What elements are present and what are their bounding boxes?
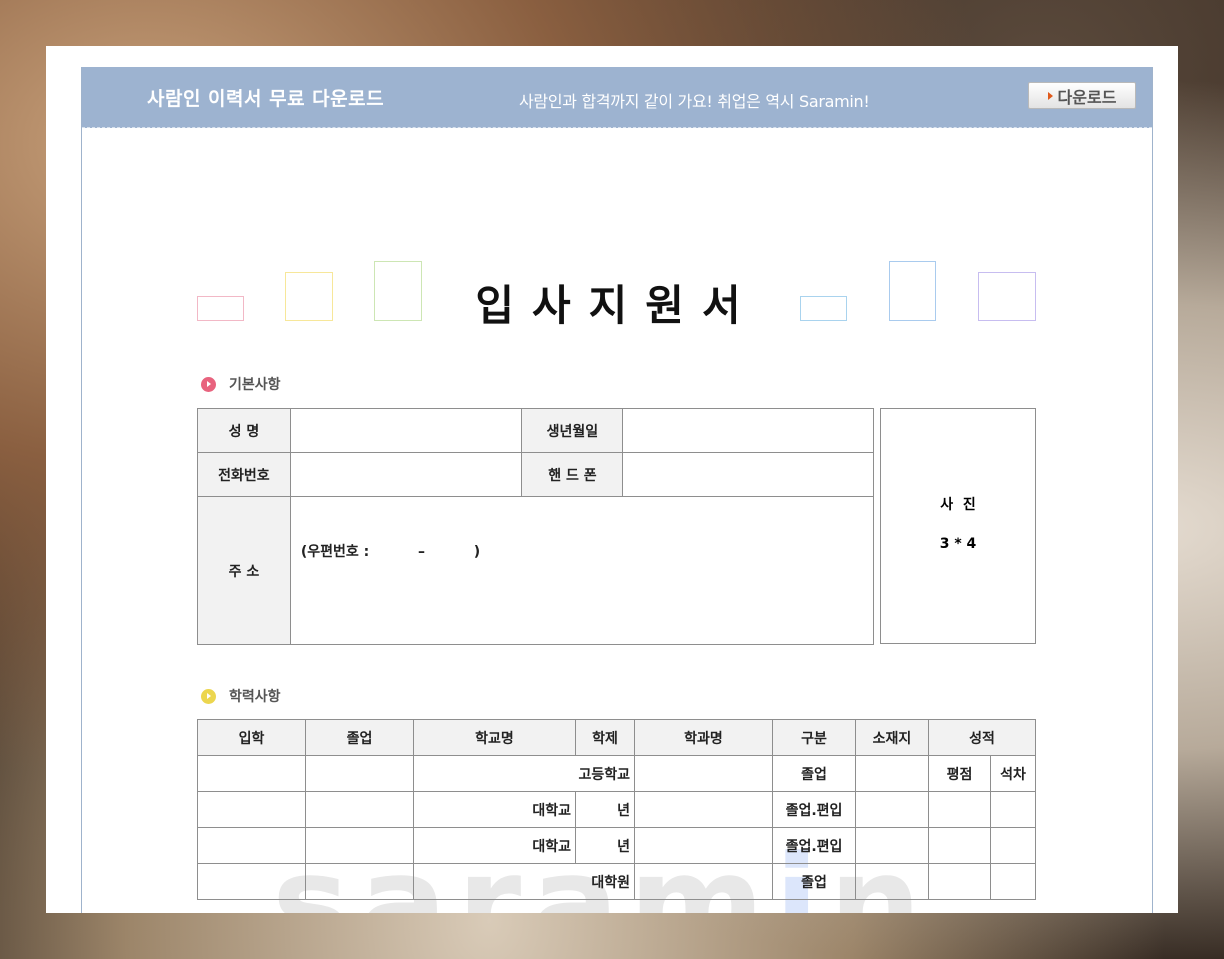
address-field[interactable]: (우편번호 : – ) [289, 496, 875, 645]
download-button-label: 다운로드 [1057, 87, 1117, 107]
play-arrow-icon [1047, 91, 1053, 100]
rank-cell[interactable] [990, 863, 1036, 900]
major-cell[interactable] [634, 791, 773, 828]
section-bullet-icon [201, 376, 216, 392]
location-cell[interactable] [855, 863, 929, 900]
rank-cell[interactable] [990, 791, 1036, 828]
name-field[interactable] [289, 408, 523, 453]
rank-cell[interactable] [990, 827, 1036, 864]
gpa-header: 평점 [928, 755, 991, 792]
decor-box [889, 261, 936, 321]
photo-box[interactable]: 사 진 3 * 4 [880, 408, 1036, 644]
major-cell[interactable] [634, 827, 773, 864]
school-cell[interactable]: 대학교 [413, 791, 576, 828]
school-cell[interactable]: 고등학교 [413, 755, 635, 792]
section-label: 기본사항 [229, 377, 281, 393]
location-cell[interactable] [855, 827, 929, 864]
col-header: 학교명 [413, 719, 576, 756]
major-cell[interactable] [634, 863, 773, 900]
document-title: 입사지원서 [475, 281, 759, 330]
school-cell[interactable]: 대학교 [413, 827, 576, 864]
banner-title: 사람인 이력서 무료 다운로드 [147, 88, 385, 110]
table-row: 고등학교 졸업 평점 석차 [197, 755, 1036, 792]
type-cell: 졸업.편입 [772, 791, 856, 828]
photo-label: 사 진 [940, 497, 976, 513]
major-cell[interactable] [634, 755, 773, 792]
decor-box [285, 272, 333, 321]
table-row: 대학교 년 졸업.편입 [197, 791, 1036, 828]
graduation-cell[interactable] [305, 755, 414, 792]
basic-info-table: 성 명 생년월일 전화번호 핸 드 폰 주 소 (우편번호 : – ) [197, 408, 875, 645]
col-header: 학제 [575, 719, 635, 756]
graduation-cell[interactable] [305, 827, 414, 864]
type-cell: 졸업 [772, 863, 856, 900]
col-header: 소재지 [855, 719, 929, 756]
postal-code-text: (우편번호 : – ) [300, 544, 481, 560]
decor-box [197, 296, 244, 321]
graduation-cell[interactable] [305, 863, 414, 900]
mobile-field[interactable] [622, 452, 874, 497]
decor-box [800, 296, 847, 321]
gpa-cell[interactable] [928, 791, 991, 828]
resume-card: 사람인 이력서 무료 다운로드 사람인과 합격까지 같이 가요! 취업은 역시 … [46, 46, 1178, 913]
mobile-label: 핸 드 폰 [521, 452, 624, 497]
banner-slogan: 사람인과 합격까지 같이 가요! 취업은 역시 Saramin! [519, 92, 870, 111]
col-header: 성적 [928, 719, 1036, 756]
admission-cell[interactable] [197, 827, 306, 864]
phone-field[interactable] [289, 452, 523, 497]
decor-box [374, 261, 422, 321]
col-header: 졸업 [305, 719, 414, 756]
type-cell: 졸업 [772, 755, 856, 792]
admission-cell[interactable] [197, 791, 306, 828]
type-cell: 졸업.편입 [772, 827, 856, 864]
gpa-cell[interactable] [928, 863, 991, 900]
admission-cell[interactable] [197, 863, 306, 900]
col-header: 학과명 [634, 719, 773, 756]
school-cell[interactable]: 대학원 [413, 863, 635, 900]
section-bullet-icon [201, 688, 216, 704]
col-header: 구분 [772, 719, 856, 756]
graduation-cell[interactable] [305, 791, 414, 828]
decor-box [978, 272, 1036, 321]
table-row: 대학교 년 졸업.편입 [197, 827, 1036, 864]
education-table: 입학 졸업 학교명 학제 학과명 구분 소재지 성적 고등학교 졸업 평점 석차 [197, 719, 1036, 900]
education-heading: 학력사항 [201, 686, 281, 706]
download-button[interactable]: 다운로드 [1028, 82, 1136, 109]
admission-cell[interactable] [197, 755, 306, 792]
system-cell[interactable]: 년 [575, 791, 635, 828]
location-cell[interactable] [855, 791, 929, 828]
photo-size: 3 * 4 [939, 536, 977, 552]
phone-label: 전화번호 [197, 452, 291, 497]
birthdate-field[interactable] [622, 408, 874, 453]
table-row: 대학원 졸업 [197, 863, 1036, 900]
col-header: 입학 [197, 719, 306, 756]
name-label: 성 명 [197, 408, 291, 453]
rank-header: 석차 [990, 755, 1036, 792]
section-label: 학력사항 [229, 689, 281, 705]
system-cell[interactable]: 년 [575, 827, 635, 864]
birthdate-label: 생년월일 [521, 408, 624, 453]
gpa-cell[interactable] [928, 827, 991, 864]
location-cell[interactable] [855, 755, 929, 792]
address-label: 주 소 [197, 496, 291, 645]
basic-info-heading: 기본사항 [201, 374, 281, 394]
document-frame: 사람인 이력서 무료 다운로드 사람인과 합격까지 같이 가요! 취업은 역시 … [81, 67, 1153, 913]
download-banner: 사람인 이력서 무료 다운로드 사람인과 합격까지 같이 가요! 취업은 역시 … [82, 67, 1152, 128]
